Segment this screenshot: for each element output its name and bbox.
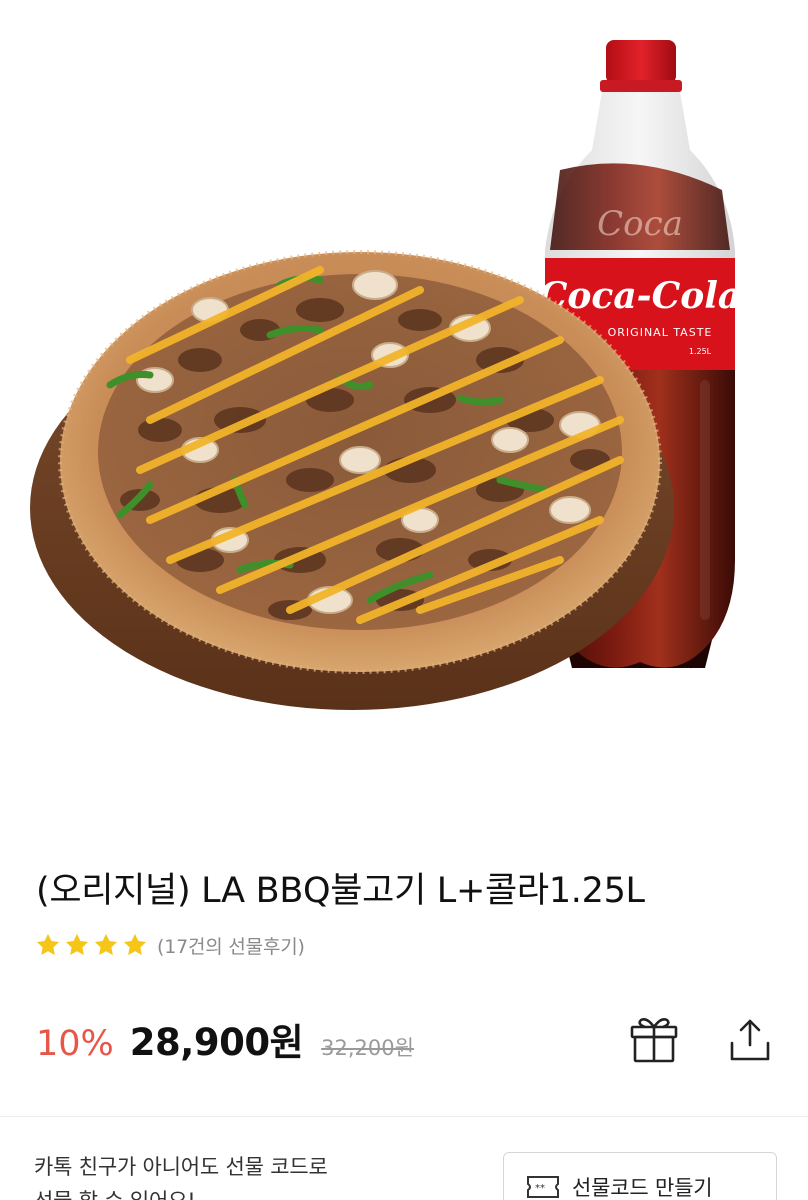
share-icon: [730, 1019, 770, 1061]
sale-price: 28,900원: [129, 1021, 304, 1064]
gift-code-note-line1: 카톡 친구가 아니어도 선물 코드로: [34, 1155, 328, 1179]
share-button[interactable]: [722, 1011, 778, 1067]
price-row: 10% 28,900원 32,200원: [36, 1012, 414, 1066]
create-gift-code-label: 선물코드 만들기: [572, 1176, 713, 1200]
star-icon: [65, 933, 89, 956]
discount-rate: 10%: [36, 1024, 114, 1064]
gift-icon: [630, 1018, 678, 1063]
product-detail-page: Coca Coca-Cola ORIGINAL TASTE 1.25L (오리지…: [0, 0, 808, 1200]
gift-code-note: 카톡 친구가 아니어도 선물 코드로 선물 할 수 있어요!: [34, 1150, 328, 1200]
original-price: 32,200원: [321, 1036, 414, 1060]
product-title: (오리지널) LA BBQ불고기 L+콜라1.25L: [36, 871, 645, 911]
star-icon: [94, 933, 118, 956]
create-gift-code-button[interactable]: ** 선물코드 만들기: [503, 1152, 777, 1200]
pizza: [58, 250, 662, 674]
star-icon: [123, 933, 147, 956]
bottle-brand-label: Coca-Cola: [539, 275, 742, 317]
star-icon: [36, 933, 60, 956]
product-image: Coca Coca-Cola ORIGINAL TASTE 1.25L: [0, 0, 808, 800]
star-rating: [34, 931, 149, 959]
ticket-icon: **: [527, 1176, 559, 1198]
gift-button[interactable]: [626, 1011, 682, 1067]
rating-row[interactable]: (17건의 선물후기): [34, 930, 305, 960]
svg-text:1.25L: 1.25L: [689, 347, 712, 356]
svg-text:Coca: Coca: [597, 204, 683, 244]
gift-code-note-line2: 선물 할 수 있어요!: [34, 1184, 328, 1200]
review-count-link[interactable]: (17건의 선물후기): [157, 932, 305, 959]
section-divider: [0, 1116, 808, 1117]
svg-text:**: **: [535, 1183, 545, 1194]
svg-text:ORIGINAL TASTE: ORIGINAL TASTE: [608, 326, 713, 339]
